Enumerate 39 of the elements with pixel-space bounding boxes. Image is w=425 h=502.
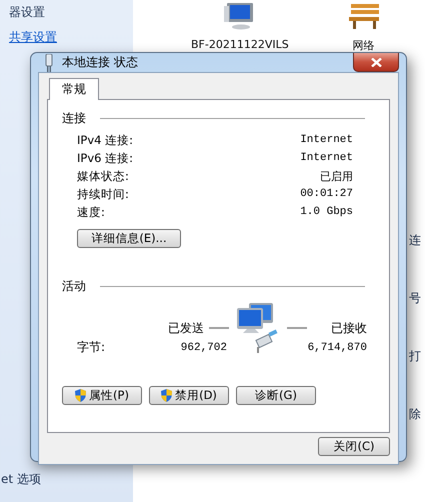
bench-icon (348, 2, 379, 30)
network-adapter-icon (44, 54, 54, 72)
shield-icon (75, 389, 86, 402)
details-button[interactable]: 详细信息(E)... (77, 229, 181, 248)
received-bytes: 6,714,870 (308, 342, 367, 354)
field-value: Internet (300, 134, 353, 146)
sidebar-link[interactable]: 共享设置 (9, 29, 133, 46)
close-dialog-button[interactable]: 关闭(C) (318, 437, 390, 456)
section-heading: 连接 (62, 110, 86, 127)
bytes-label: 字节: (77, 339, 106, 356)
field-value: 00:01:27 (300, 188, 353, 200)
field-label: IPv4 连接: (77, 132, 133, 148)
link-text[interactable]: 除 (409, 406, 421, 423)
link-text[interactable]: 打 (409, 348, 421, 365)
device-label: 网络 (352, 38, 375, 53)
field-value: 已启用 (320, 170, 353, 184)
action-button[interactable]: 禁用(D) (149, 386, 229, 405)
device-label: BF-20211122VILS (191, 38, 289, 51)
sent-bytes: 962,702 (180, 342, 227, 354)
field-label: IPv6 连接: (77, 150, 133, 166)
field-value: 1.0 Gbps (300, 206, 353, 218)
sidebar-text[interactable]: et 选项 (1, 471, 133, 488)
received-label: 已接收 (331, 320, 367, 336)
field-label: 持续时间: (77, 186, 129, 202)
sidebar-text: 器设置 (9, 4, 46, 21)
tab[interactable]: 常规 (49, 78, 99, 100)
window-title: 本地连接 状态 (62, 54, 139, 71)
sent-label: 已发送 (168, 320, 204, 336)
action-button[interactable]: 属性(P) (62, 386, 142, 405)
field-label: 速度: (77, 204, 105, 220)
link-text[interactable]: 连 (409, 232, 421, 249)
field-value: Internet (300, 152, 353, 164)
section-heading: 活动 (62, 278, 86, 295)
shield-icon (161, 389, 172, 402)
action-button[interactable]: 诊断(G) (236, 386, 316, 405)
link-text[interactable]: 号 (409, 290, 421, 307)
close-button[interactable] (353, 53, 399, 72)
close-icon (370, 58, 382, 66)
field-label: 媒体状态: (77, 168, 129, 184)
